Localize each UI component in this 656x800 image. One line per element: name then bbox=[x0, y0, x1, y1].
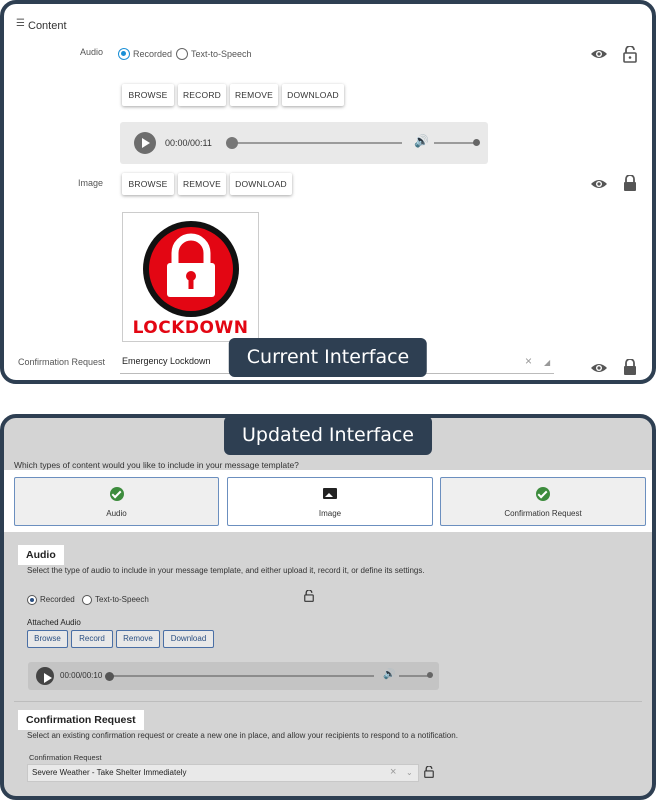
volume-track[interactable] bbox=[434, 142, 476, 144]
content-type-card-audio[interactable]: Audio bbox=[14, 477, 219, 526]
record-button[interactable]: RECORD bbox=[178, 84, 226, 106]
browse-button[interactable]: BROWSE bbox=[122, 84, 174, 106]
eye-icon[interactable] bbox=[590, 48, 608, 60]
hamburger-icon[interactable]: ☰ bbox=[16, 18, 25, 29]
content-type-card-image[interactable]: Image bbox=[227, 477, 433, 526]
attached-audio-label: Attached Audio bbox=[27, 618, 81, 627]
card-label-image: Image bbox=[318, 509, 342, 518]
chevron-down-icon[interactable]: ⌄ bbox=[406, 768, 413, 777]
image-remove-button[interactable]: REMOVE bbox=[178, 173, 226, 195]
confirmation-value: Emergency Lockdown bbox=[122, 356, 211, 366]
unlock-icon[interactable] bbox=[623, 46, 637, 63]
image-download-button[interactable]: DOWNLOAD bbox=[230, 173, 292, 195]
progress-track[interactable] bbox=[232, 142, 402, 144]
play-icon[interactable] bbox=[36, 667, 54, 685]
confirmation-section-header: Confirmation Request bbox=[18, 710, 144, 730]
section-divider bbox=[14, 701, 642, 702]
updated-tts-label: Text-to-Speech bbox=[95, 595, 149, 605]
updated-recorded-label: Recorded bbox=[40, 595, 75, 605]
card-label-confirmation: Confirmation Request bbox=[504, 509, 582, 518]
updated-volume-knob[interactable] bbox=[427, 672, 433, 678]
content-type-card-confirmation[interactable]: Confirmation Request bbox=[440, 477, 646, 526]
image-label: Image bbox=[78, 178, 104, 188]
resize-icon: ◢ bbox=[544, 358, 551, 367]
confirmation-select[interactable]: Severe Weather - Take Shelter Immediatel… bbox=[27, 764, 419, 782]
audio-label: Audio bbox=[80, 47, 104, 57]
content-type-question: Which types of content would you like to… bbox=[14, 460, 299, 470]
radio-unchecked-icon[interactable] bbox=[176, 47, 188, 60]
radio-unchecked-icon[interactable] bbox=[82, 594, 92, 605]
current-interface-panel: ☰ Content Audio Recorded Text-to-Speech … bbox=[0, 0, 656, 384]
audio-time: 00:00/00:11 bbox=[165, 138, 212, 148]
updated-download-button[interactable]: Download bbox=[163, 630, 214, 648]
audio-section-description: Select the type of audio to include in y… bbox=[27, 566, 425, 575]
updated-interface-label: Updated Interface bbox=[224, 416, 432, 455]
lock-icon[interactable] bbox=[623, 175, 637, 192]
image-browse-button[interactable]: BROWSE bbox=[122, 173, 174, 195]
image-icon bbox=[323, 488, 337, 499]
confirmation-label: Confirmation Request bbox=[18, 357, 106, 367]
lockdown-thumbnail: LOCKDOWN bbox=[122, 212, 259, 342]
check-circle-icon bbox=[109, 487, 124, 501]
confirmation-field-label: Confirmation Request bbox=[29, 753, 102, 762]
content-section-title: Content bbox=[28, 20, 67, 32]
confirmation-select-value: Severe Weather - Take Shelter Immediatel… bbox=[32, 768, 187, 777]
check-circle-icon bbox=[536, 487, 550, 501]
play-icon[interactable] bbox=[134, 132, 156, 154]
radio-checked-icon[interactable] bbox=[27, 594, 37, 605]
eye-icon[interactable] bbox=[590, 362, 608, 374]
unlock-icon[interactable] bbox=[304, 590, 314, 602]
current-interface-label: Current Interface bbox=[228, 338, 428, 377]
audio-recorded-radio[interactable]: Recorded bbox=[118, 45, 172, 63]
confirmation-section-description: Select an existing confirmation request … bbox=[27, 731, 458, 740]
updated-tts-radio[interactable]: Text-to-Speech bbox=[82, 591, 149, 609]
recorded-label: Recorded bbox=[133, 48, 173, 59]
audio-tts-radio[interactable]: Text-to-Speech bbox=[176, 45, 252, 63]
lockdown-text: LOCKDOWN bbox=[132, 318, 249, 338]
updated-recorded-radio[interactable]: Recorded bbox=[27, 591, 75, 609]
updated-progress-track[interactable] bbox=[110, 675, 374, 677]
clear-icon[interactable]: × bbox=[525, 354, 532, 368]
padlock-graphic-icon bbox=[143, 221, 239, 317]
updated-record-button[interactable]: Record bbox=[71, 630, 113, 648]
updated-browse-button[interactable]: Browse bbox=[27, 630, 68, 648]
updated-audio-player: 00:00/00:10 🔊 bbox=[28, 662, 439, 690]
download-button[interactable]: DOWNLOAD bbox=[282, 84, 344, 106]
updated-audio-time: 00:00/00:10 bbox=[60, 671, 103, 680]
audio-player: 00:00/00:11 🔊 bbox=[120, 122, 488, 164]
updated-remove-button[interactable]: Remove bbox=[116, 630, 160, 648]
progress-knob[interactable] bbox=[226, 137, 238, 149]
volume-icon[interactable]: 🔊 bbox=[383, 669, 395, 680]
remove-button[interactable]: REMOVE bbox=[230, 84, 278, 106]
updated-volume-track[interactable] bbox=[399, 675, 429, 677]
radio-checked-icon[interactable] bbox=[118, 47, 130, 60]
tts-label: Text-to-Speech bbox=[191, 48, 252, 59]
volume-knob[interactable] bbox=[473, 139, 480, 146]
lock-icon[interactable] bbox=[623, 359, 637, 376]
eye-icon[interactable] bbox=[590, 178, 608, 190]
card-label-audio: Audio bbox=[106, 509, 127, 518]
updated-progress-knob[interactable] bbox=[105, 672, 114, 681]
audio-section-header: Audio bbox=[18, 545, 64, 565]
unlock-icon[interactable] bbox=[424, 766, 434, 778]
clear-icon[interactable]: × bbox=[390, 766, 396, 778]
volume-icon[interactable]: 🔊 bbox=[414, 134, 429, 148]
